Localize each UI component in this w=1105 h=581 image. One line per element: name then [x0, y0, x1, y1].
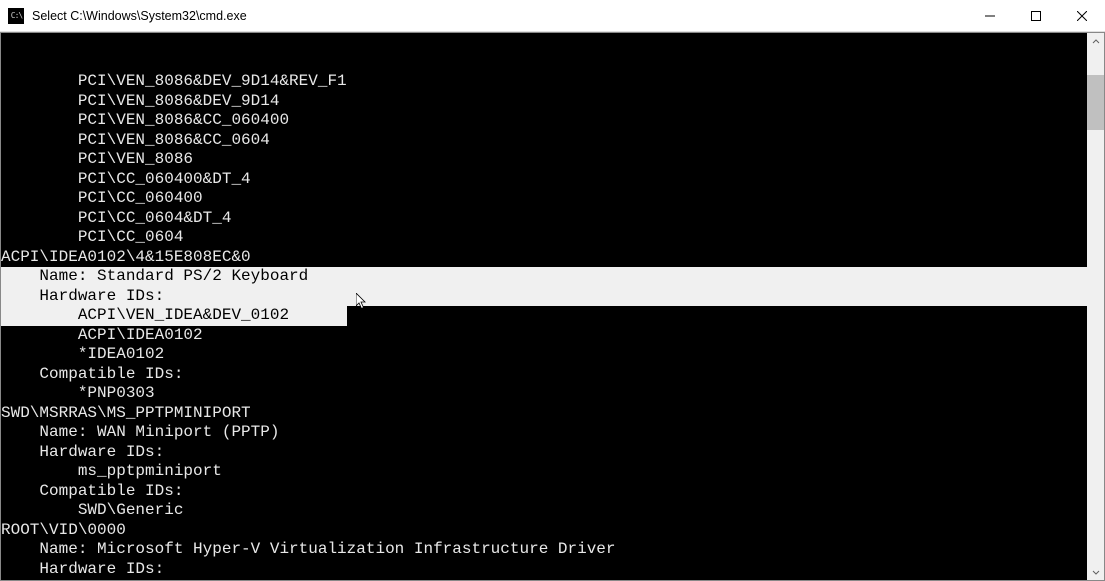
terminal-line: ACPI\IDEA0102\4&15E808EC&0	[1, 248, 1087, 268]
cmd-icon: C:\	[8, 8, 24, 24]
terminal-line: Compatible IDs:	[1, 365, 1087, 385]
terminal-line: Name: Microsoft Hyper-V Virtualization I…	[1, 540, 1087, 560]
terminal-line: ACPI\IDEA0102	[1, 326, 1087, 346]
terminal-line: PCI\VEN_8086&DEV_9D14&REV_F1	[1, 72, 1087, 92]
scroll-down-button[interactable]	[1087, 563, 1104, 580]
window-titlebar[interactable]: C:\ Select C:\Windows\System32\cmd.exe	[0, 0, 1105, 32]
terminal-line: Name: WAN Miniport (PPTP)	[1, 423, 1087, 443]
terminal-line: PCI\VEN_8086&CC_060400	[1, 111, 1087, 131]
terminal-line: PCI\VEN_8086&DEV_9D14	[1, 92, 1087, 112]
window-title: Select C:\Windows\System32\cmd.exe	[30, 9, 967, 23]
maximize-button[interactable]	[1013, 0, 1059, 31]
vertical-scrollbar[interactable]	[1087, 33, 1104, 580]
terminal-line: Compatible IDs:	[1, 482, 1087, 502]
terminal-line: Name: Standard PS/2 Keyboard	[1, 267, 1087, 287]
terminal-container: PCI\VEN_8086&DEV_9D14&REV_F1 PCI\VEN_808…	[0, 32, 1105, 581]
terminal-line: ACPI\VEN_IDEA&DEV_0102	[1, 306, 1087, 326]
terminal-line: ROOT\VID	[1, 579, 1087, 580]
terminal-line: PCI\VEN_8086	[1, 150, 1087, 170]
terminal-line: *IDEA0102	[1, 345, 1087, 365]
terminal-line: PCI\CC_0604&DT_4	[1, 209, 1087, 229]
terminal-line: PCI\CC_060400&DT_4	[1, 170, 1087, 190]
terminal-line: ms_pptpminiport	[1, 462, 1087, 482]
terminal-line: PCI\VEN_8086&CC_0604	[1, 131, 1087, 151]
scroll-track[interactable]	[1087, 50, 1104, 563]
terminal-line: Hardware IDs:	[1, 287, 1087, 307]
terminal-line: Hardware IDs:	[1, 443, 1087, 463]
scroll-thumb[interactable]	[1087, 75, 1104, 130]
terminal-line: PCI\CC_0604	[1, 228, 1087, 248]
close-button[interactable]	[1059, 0, 1105, 31]
terminal-line: Hardware IDs:	[1, 560, 1087, 580]
scroll-up-button[interactable]	[1087, 33, 1104, 50]
terminal-line: PCI\CC_060400	[1, 189, 1087, 209]
window-controls	[967, 0, 1105, 31]
terminal-line: SWD\MSRRAS\MS_PPTPMINIPORT	[1, 404, 1087, 424]
terminal-line: *PNP0303	[1, 384, 1087, 404]
minimize-button[interactable]	[967, 0, 1013, 31]
terminal-line: SWD\Generic	[1, 501, 1087, 521]
terminal-output[interactable]: PCI\VEN_8086&DEV_9D14&REV_F1 PCI\VEN_808…	[1, 33, 1087, 580]
terminal-line: ROOT\VID\0000	[1, 521, 1087, 541]
